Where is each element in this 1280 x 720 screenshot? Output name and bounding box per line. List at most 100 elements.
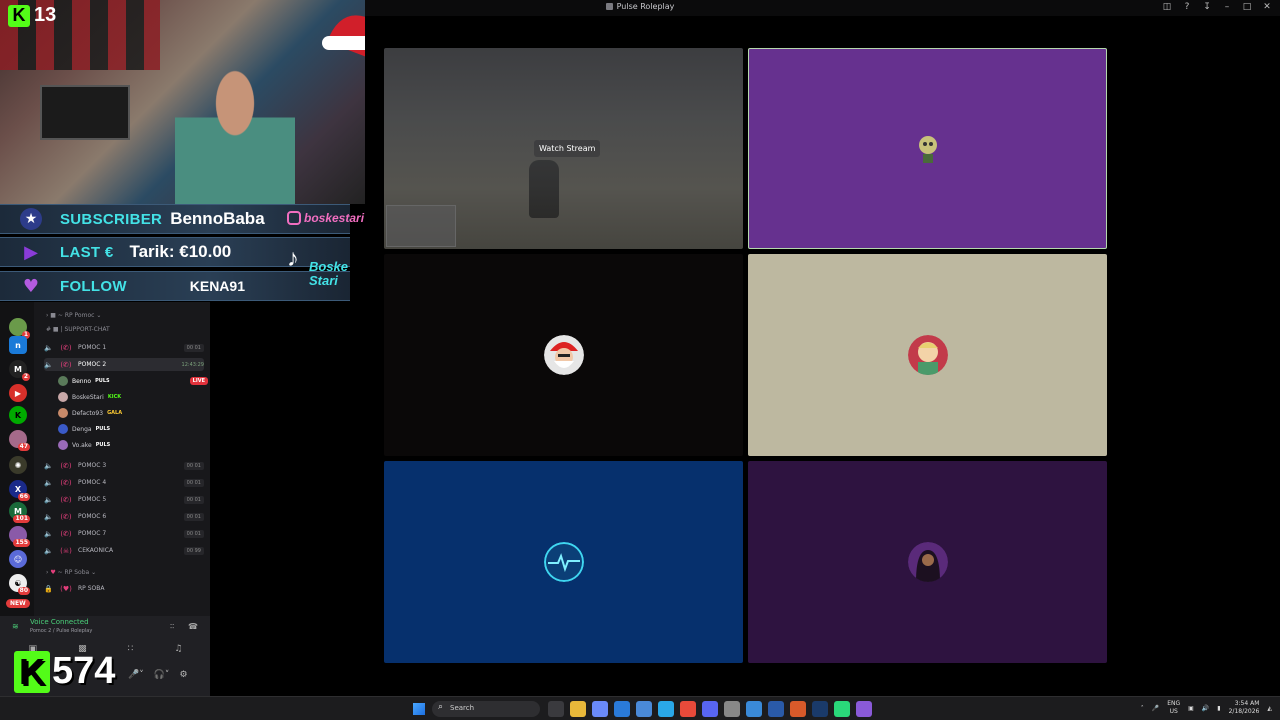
kick-count-value: 574 — [52, 650, 116, 692]
headphones-icon[interactable]: 🎧˅ — [154, 670, 170, 680]
download-icon[interactable]: ↧ — [1200, 2, 1214, 12]
webcam-overlay: K 13 — [0, 0, 365, 204]
play-arrow-icon: ▶ — [24, 241, 38, 263]
participant-tile[interactable] — [384, 461, 743, 663]
text-channel[interactable]: # ■ | SUPPORT-CHAT — [46, 326, 110, 333]
follow-label: FOLLOW — [60, 277, 127, 295]
server-icon[interactable]: X 66 — [9, 480, 30, 501]
server-icon[interactable]: ☺ — [9, 550, 27, 568]
copilot-icon[interactable] — [592, 701, 608, 717]
category-rp-soba[interactable]: › ♥ ~ RP Soba ⌄ — [46, 569, 96, 576]
live-badge: LIVE — [189, 377, 208, 385]
settings-gear-icon[interactable]: ⚙ — [179, 670, 187, 680]
server-icon[interactable]: ▶ — [9, 384, 27, 402]
voice-channel[interactable]: 🔈 (✆) POMOC 5 00 01 — [44, 493, 204, 506]
editor-icon[interactable] — [746, 701, 762, 717]
close-button[interactable]: ✕ — [1260, 2, 1274, 12]
server-icon[interactable]: 47 — [9, 430, 30, 451]
disconnect-icon[interactable]: ☎ — [188, 622, 198, 631]
discord-icon[interactable] — [702, 701, 718, 717]
server-icon[interactable]: M 101 — [9, 502, 30, 523]
settings-app-icon[interactable] — [724, 701, 740, 717]
language-indicator[interactable]: ENG US — [1167, 700, 1180, 716]
member-row[interactable]: BoskeStari KICK — [58, 391, 208, 403]
system-tray: ˄ 🎤 ENG US ▣ 🔊 ▮ 3:54 AM 2/18/2026 ◭ — [1141, 700, 1272, 716]
store-icon[interactable] — [636, 701, 652, 717]
voice-channel[interactable]: 🔈 (✆) POMOC 3 00 01 — [44, 459, 204, 472]
server-icon[interactable]: n — [9, 336, 27, 354]
volume-icon[interactable]: 🔊 — [1202, 705, 1209, 712]
participant-tile[interactable] — [384, 254, 743, 456]
taskbar-search[interactable]: Search — [432, 701, 540, 717]
server-icon[interactable]: K — [9, 406, 27, 424]
chrome-icon[interactable] — [680, 701, 696, 717]
network-icon[interactable]: ▣ — [1188, 705, 1194, 712]
heartbeat-avatar — [543, 542, 584, 582]
user-controls: 🎤˅ 🎧˅ ⚙ — [128, 670, 188, 680]
stream-tile[interactable]: Watch Stream — [384, 48, 743, 249]
server-rail: 1 n M2 ▶ K 47 ✺ X 66 M 101 155 ☺ ☯ 80 NEW — [0, 302, 34, 616]
noise-suppression-icon[interactable]: ∶∶ — [170, 622, 174, 631]
participant-tile[interactable] — [748, 461, 1107, 663]
signal-icon: ≋ — [12, 622, 19, 631]
file-explorer-icon[interactable] — [570, 701, 586, 717]
soundboard-icon[interactable]: ♫ — [174, 644, 182, 654]
task-view-icon[interactable] — [548, 701, 564, 717]
voice-location[interactable]: Pomoc 2 / Pulse Roleplay — [30, 628, 92, 634]
participant-tile[interactable] — [748, 254, 1107, 456]
tray-chevron-icon[interactable]: ˄ — [1141, 705, 1144, 712]
voice-channel[interactable]: 🔈 (✆) POMOC 7 00 01 — [44, 527, 204, 540]
screen: Pulse Roleplay ◫ ? ↧ – □ ✕ Watch Stream — [0, 0, 1280, 720]
notifications-icon[interactable]: ◭ — [1267, 705, 1272, 712]
outlook-icon[interactable] — [614, 701, 630, 717]
voice-channel[interactable]: 🔈 (✆) POMOC 1 00 01 — [44, 341, 204, 354]
window-controls: ◫ ? ↧ – □ ✕ — [1160, 2, 1274, 12]
mic-icon[interactable]: 🎤˅ — [128, 670, 144, 680]
last-value: Tarik: €10.00 — [129, 242, 232, 261]
tiktok-icon: ♪ — [287, 245, 299, 272]
watch-stream-button[interactable]: Watch Stream — [534, 140, 601, 157]
member-row[interactable]: Denga PULS — [58, 423, 208, 435]
maximize-button[interactable]: □ — [1240, 2, 1254, 12]
spotify-icon[interactable] — [834, 701, 850, 717]
kick-viewer-badge: K 13 — [8, 4, 56, 27]
help-icon[interactable]: ? — [1180, 2, 1194, 12]
activities-icon[interactable]: ∷ — [128, 644, 134, 654]
new-badge: NEW — [6, 599, 30, 608]
member-row[interactable]: Defacto93 GALA — [58, 407, 208, 419]
voice-channel[interactable]: 🔈 (☠) CEKAONICA 00 99 — [44, 544, 204, 557]
phone-icon: (✆) — [60, 343, 72, 352]
server-icon[interactable]: 1 — [9, 318, 30, 339]
member-row[interactable]: Benno PULS LIVE — [58, 375, 208, 387]
steam-icon[interactable] — [812, 701, 828, 717]
game-character — [529, 160, 559, 218]
lock-icon: 🔒 — [44, 584, 53, 593]
streamer — [175, 60, 295, 204]
server-icon[interactable]: 155 — [9, 526, 30, 547]
voice-channel[interactable]: 🔈 (✆) POMOC 4 00 01 — [44, 476, 204, 489]
minimize-button[interactable]: – — [1220, 2, 1234, 12]
clock[interactable]: 3:54 AM 2/18/2026 — [1229, 700, 1260, 716]
member-row[interactable]: Vo.ake PULS — [58, 439, 208, 451]
server-icon[interactable]: ☯ 80 — [9, 574, 30, 595]
firefox-icon[interactable] — [790, 701, 806, 717]
locked-voice-channel[interactable]: 🔒 (♥) RP SOBA — [44, 582, 204, 595]
mic-tray-icon[interactable]: 🎤 — [1152, 705, 1159, 712]
app-icon[interactable] — [856, 701, 872, 717]
photos-icon[interactable] — [768, 701, 784, 717]
telegram-icon[interactable] — [658, 701, 674, 717]
battery-icon[interactable]: ▮ — [1217, 705, 1220, 712]
voice-channel[interactable]: 🔈 (✆) POMOC 6 00 01 — [44, 510, 204, 523]
windows-start-icon[interactable] — [413, 703, 425, 715]
speaker-icon: 🔈 — [44, 360, 53, 369]
server-icon[interactable]: M2 — [9, 360, 30, 381]
inbox-icon[interactable]: ◫ — [1160, 2, 1174, 12]
cartoon-avatar — [907, 335, 948, 375]
participant-tile-speaking[interactable] — [748, 48, 1107, 249]
stream-alerts: ★ SUBSCRIBER BennoBaba boskestari ▶ LAST… — [0, 204, 365, 302]
category-rp-pomoc[interactable]: › ■ ~ RP Pomoc ⌄ — [46, 312, 101, 319]
monitor — [40, 85, 130, 140]
server-icon[interactable]: ✺ — [9, 456, 27, 474]
voice-channel-active[interactable]: 🔈 (✆) POMOC 2 12:43:29 — [44, 358, 204, 371]
heart-icon: ♥ — [22, 275, 40, 297]
